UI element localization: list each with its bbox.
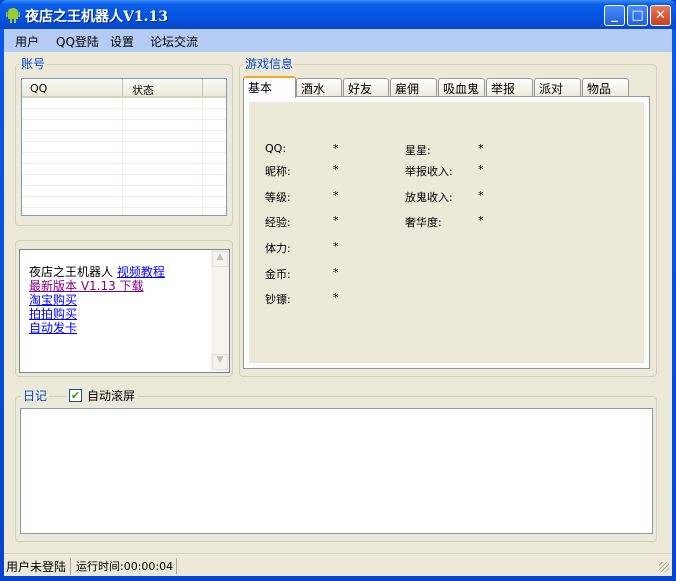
column-status[interactable]: 状态	[132, 82, 154, 98]
scroll-down-icon[interactable]: ▼	[212, 354, 228, 370]
tab-basic[interactable]: 基本	[243, 76, 296, 98]
account-group-title: 账号	[19, 55, 48, 72]
checkbox-check-icon[interactable]: ✔	[69, 389, 82, 402]
stat-label: 体力:	[265, 242, 291, 255]
window-title: 夜店之王机器人V1.13	[25, 9, 168, 25]
log-textarea[interactable]	[20, 408, 653, 534]
stat-label: QQ:	[265, 142, 287, 155]
auto-card-link[interactable]: 自动发卡	[29, 321, 77, 335]
stat-value: *	[333, 189, 339, 202]
status-bar: 用户未登陆 运行时间:00:00:04	[4, 553, 672, 575]
stat-label: 奢华度:	[405, 216, 442, 229]
account-list[interactable]: QQ 状态	[21, 78, 227, 216]
maximize-button[interactable]: □	[627, 5, 648, 26]
menu-settings[interactable]: 设置	[110, 33, 134, 50]
stat-value: *	[333, 163, 339, 176]
stat-label: 昵称:	[265, 165, 291, 178]
scroll-up-icon[interactable]: ▲	[212, 251, 228, 267]
stat-value: *	[333, 142, 339, 155]
app-window: 夜店之王机器人V1.13 _ □ ✕ 用户 QQ登陆 设置 论坛交流 账号 QQ…	[0, 0, 676, 581]
video-tutorial-link[interactable]: 视频教程	[117, 265, 165, 279]
autoscroll-checkbox[interactable]: ✔ 自动滚屏	[66, 387, 139, 404]
stat-label: 经验:	[265, 216, 291, 229]
column-qq[interactable]: QQ	[30, 82, 47, 95]
scrollbar[interactable]: ▲ ▼	[211, 250, 229, 372]
stat-label: 等级:	[265, 191, 291, 204]
stat-value: *	[333, 240, 339, 253]
android-icon	[6, 8, 20, 23]
menu-qq-login[interactable]: QQ登陆	[56, 33, 99, 50]
login-status: 用户未登陆	[6, 558, 72, 575]
menu-bar: 用户 QQ登陆 设置 论坛交流	[4, 29, 672, 52]
menu-forum[interactable]: 论坛交流	[150, 33, 198, 50]
stat-label: 钞镖:	[265, 293, 291, 306]
taobao-link[interactable]: 淘宝购买	[29, 293, 77, 307]
intro-text: 夜店之王机器人	[29, 265, 114, 279]
stat-label: 举报收入:	[405, 165, 453, 178]
tab-hire[interactable]: 雇佣	[390, 78, 437, 97]
client-area: 用户 QQ登陆 设置 论坛交流 账号 QQ 状态 夜店之王机器人 视频教程 最新…	[4, 29, 672, 576]
tab-party[interactable]: 派对	[534, 78, 581, 97]
log-title: 日记	[21, 387, 50, 404]
autoscroll-label: 自动滚屏	[87, 389, 136, 403]
paipai-link[interactable]: 拍拍购买	[29, 307, 77, 321]
resize-grip-icon[interactable]	[659, 562, 669, 572]
title-bar[interactable]: 夜店之王机器人V1.13 _ □ ✕	[0, 0, 676, 29]
runtime-status: 运行时间:00:00:04	[76, 558, 178, 574]
stat-label: 星星:	[405, 144, 431, 157]
stat-value: *	[333, 266, 339, 279]
close-button[interactable]: ✕	[650, 5, 671, 26]
stat-value: *	[333, 214, 339, 227]
stat-value: *	[478, 214, 484, 227]
latest-version-link[interactable]: 最新版本 V1.13 下载	[29, 279, 144, 293]
stat-value: *	[333, 291, 339, 304]
tab-friends[interactable]: 好友	[343, 78, 389, 97]
list-header: QQ 状态	[22, 79, 226, 98]
menu-user[interactable]: 用户	[15, 33, 39, 50]
tab-vampire[interactable]: 吸血鬼	[438, 78, 485, 97]
links-box: 夜店之王机器人 视频教程 最新版本 V1.13 下载 淘宝购买 拍拍购买 自动发…	[19, 249, 230, 373]
tab-report[interactable]: 举报	[486, 78, 533, 97]
stat-value: *	[478, 142, 484, 155]
stat-label: 金币:	[265, 268, 291, 281]
game-info-title: 游戏信息	[243, 55, 296, 72]
tab-drinks[interactable]: 酒水	[296, 78, 342, 97]
list-rows	[22, 98, 226, 215]
minimize-button[interactable]: _	[604, 5, 625, 26]
tab-items[interactable]: 物品	[582, 78, 629, 97]
tab-panel	[243, 96, 650, 369]
stat-label: 放鬼收入:	[405, 191, 453, 204]
stat-value: *	[478, 163, 484, 176]
stat-value: *	[478, 189, 484, 202]
